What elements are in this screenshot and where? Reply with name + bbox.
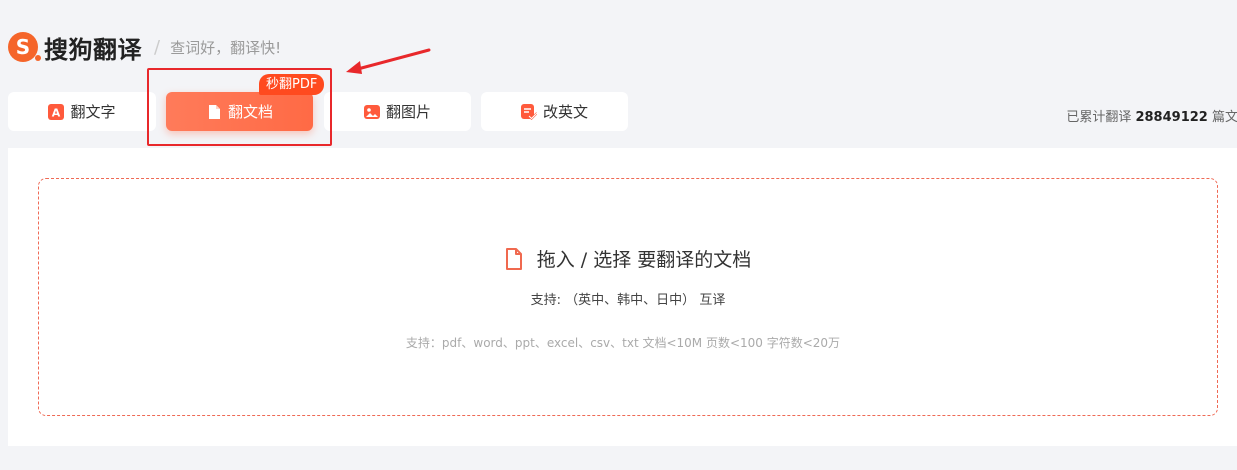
image-icon [363,104,380,120]
tab-translate-image[interactable]: 翻图片 [324,92,471,131]
dropzone-title-text: 拖入 / 选择 要翻译的文档 [536,249,752,271]
brand-name[interactable]: 搜狗翻译 [44,30,142,65]
supported-formats: 支持：pdf、word、ppt、excel、csv、txt 文档<10M 页数<… [405,336,841,350]
svg-text:A: A [52,106,61,119]
counter-value: 28849122 [1135,110,1208,125]
header-separator: / [154,36,161,58]
header: S 搜狗翻译 / 查词好，翻译快! [8,30,281,64]
slogan: 查词好，翻译快! [170,38,282,57]
counter-suffix: 篇文档 [1211,110,1237,125]
tab-translate-text[interactable]: A 翻文字 [8,92,156,131]
counter-prefix: 已累计翻译 [1066,110,1132,125]
file-icon [505,247,523,270]
highlight-box [147,68,332,146]
text-translate-icon: A [48,103,65,120]
tab-label: 翻文字 [70,103,116,121]
tab-edit-english[interactable]: 改英文 [481,92,628,131]
annotation-arrow-icon [346,48,431,74]
dropzone-title[interactable]: 拖入 / 选择 要翻译的文档 [0,245,1237,272]
sogou-logo-icon[interactable]: S [8,32,41,62]
tab-label: 翻图片 [385,103,431,121]
edit-check-icon [520,103,538,120]
translation-counter: 已累计翻译 28849122 篇文档 [1066,106,1237,125]
tab-label: 改英文 [542,103,588,121]
supported-languages: 支持: （英中、韩中、日中） 互译 [530,293,726,308]
